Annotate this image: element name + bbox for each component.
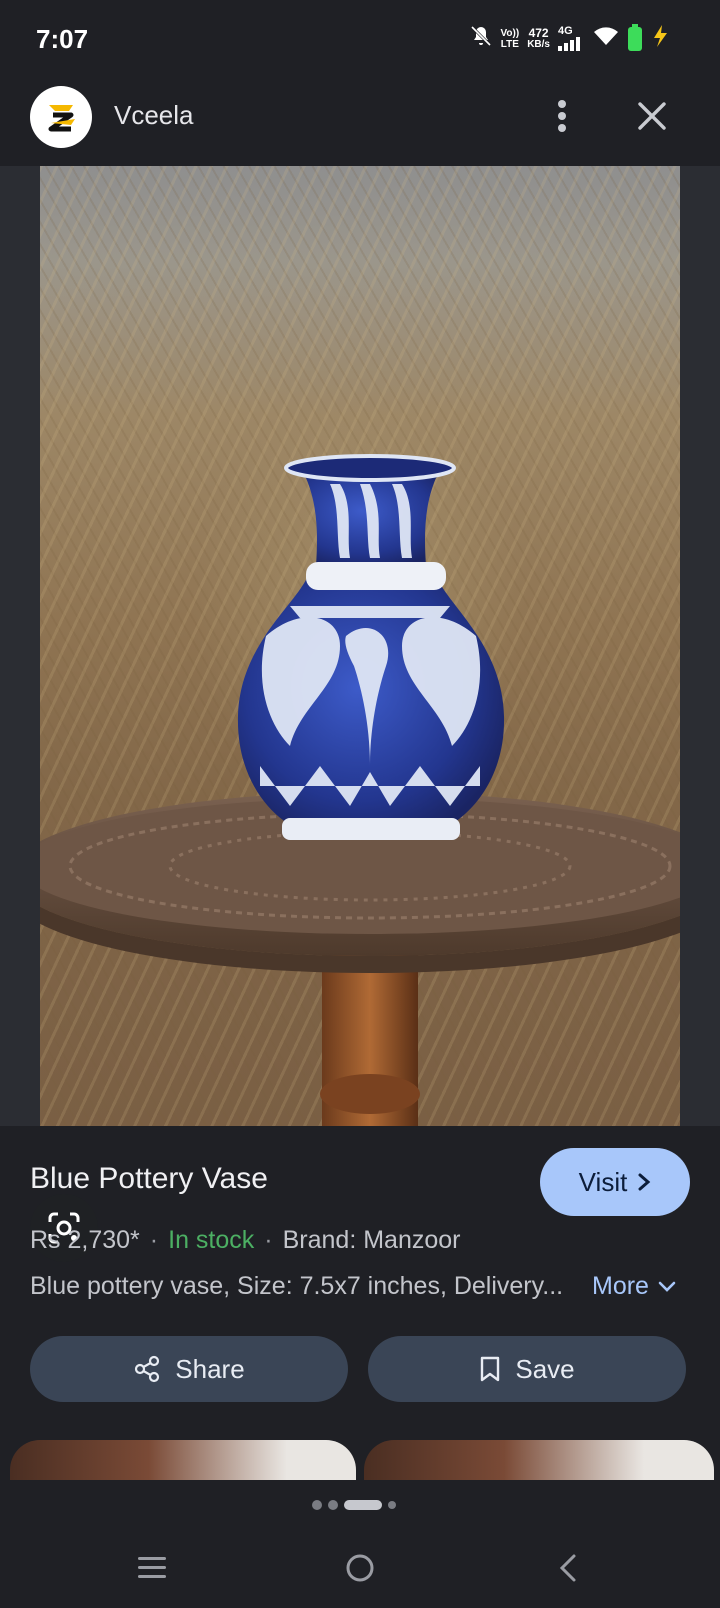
bell-off-icon <box>469 24 493 53</box>
product-price: Rs 2,730* <box>30 1226 140 1254</box>
recents-button[interactable] <box>130 1546 174 1590</box>
product-meta: Rs 2,730* · In stock · Brand: Manzoor <box>30 1226 460 1255</box>
volte-indicator: Vo)) LTE <box>500 27 520 50</box>
more-label: More <box>592 1272 649 1300</box>
home-button[interactable] <box>338 1546 382 1590</box>
page-indicator <box>312 1500 396 1510</box>
system-nav-bar <box>0 1530 720 1608</box>
status-icons: Vo)) LTE 472 KB/s 4G <box>469 23 671 53</box>
save-button[interactable]: Save <box>368 1336 686 1402</box>
share-icon <box>135 1355 160 1383</box>
separator-dot: · <box>264 1226 273 1254</box>
related-images <box>0 1440 720 1480</box>
back-button[interactable] <box>546 1546 590 1590</box>
visit-button[interactable]: Visit <box>540 1148 690 1216</box>
share-button[interactable]: Share <box>30 1336 348 1402</box>
source-header: Vceela <box>0 80 720 166</box>
product-image[interactable] <box>40 166 680 1126</box>
related-image-thumb[interactable] <box>364 1440 714 1480</box>
site-logo[interactable] <box>30 86 92 148</box>
page-dot-active <box>344 1500 382 1510</box>
network-type: 4G <box>558 25 573 37</box>
site-name[interactable]: Vceela <box>114 100 194 131</box>
status-bar: 7:07 Vo)) LTE 472 KB/s 4G <box>0 0 720 80</box>
page-dot <box>312 1500 322 1510</box>
save-label: Save <box>515 1353 575 1384</box>
more-vert-icon <box>558 100 566 132</box>
chevron-down-icon <box>658 1281 676 1292</box>
wifi-icon <box>592 25 620 52</box>
product-title: Blue Pottery Vase <box>30 1162 268 1195</box>
home-circle-icon <box>346 1554 374 1582</box>
more-button[interactable]: More <box>592 1272 677 1301</box>
share-label: Share <box>175 1353 245 1384</box>
signal-bars-icon <box>558 37 580 51</box>
page-dot <box>388 1501 396 1509</box>
vase-illustration <box>40 454 680 1126</box>
product-brand: Brand: Manzoor <box>282 1226 461 1254</box>
bookmark-icon <box>481 1356 500 1382</box>
close-button[interactable] <box>632 96 672 136</box>
battery-icon <box>628 23 642 51</box>
visit-label: Visit <box>578 1166 628 1197</box>
related-image-thumb[interactable] <box>10 1440 356 1480</box>
more-options-button[interactable] <box>548 96 576 136</box>
chevron-right-icon <box>638 1173 651 1191</box>
menu-icon <box>138 1557 166 1578</box>
page-dot <box>328 1500 338 1510</box>
status-time: 7:07 <box>36 24 89 54</box>
image-viewer[interactable] <box>0 166 720 1262</box>
separator-dot: · <box>149 1226 159 1254</box>
network-speed: 472 KB/s <box>527 25 550 50</box>
stock-status: In stock <box>168 1226 255 1254</box>
product-description: Blue pottery vase, Size: 7.5x7 inches, D… <box>30 1272 564 1300</box>
signal-indicator: 4G <box>558 26 584 51</box>
close-icon <box>638 102 666 130</box>
vceela-logo-icon <box>48 105 75 132</box>
charging-icon <box>650 24 670 53</box>
back-chevron-icon <box>559 1554 576 1582</box>
